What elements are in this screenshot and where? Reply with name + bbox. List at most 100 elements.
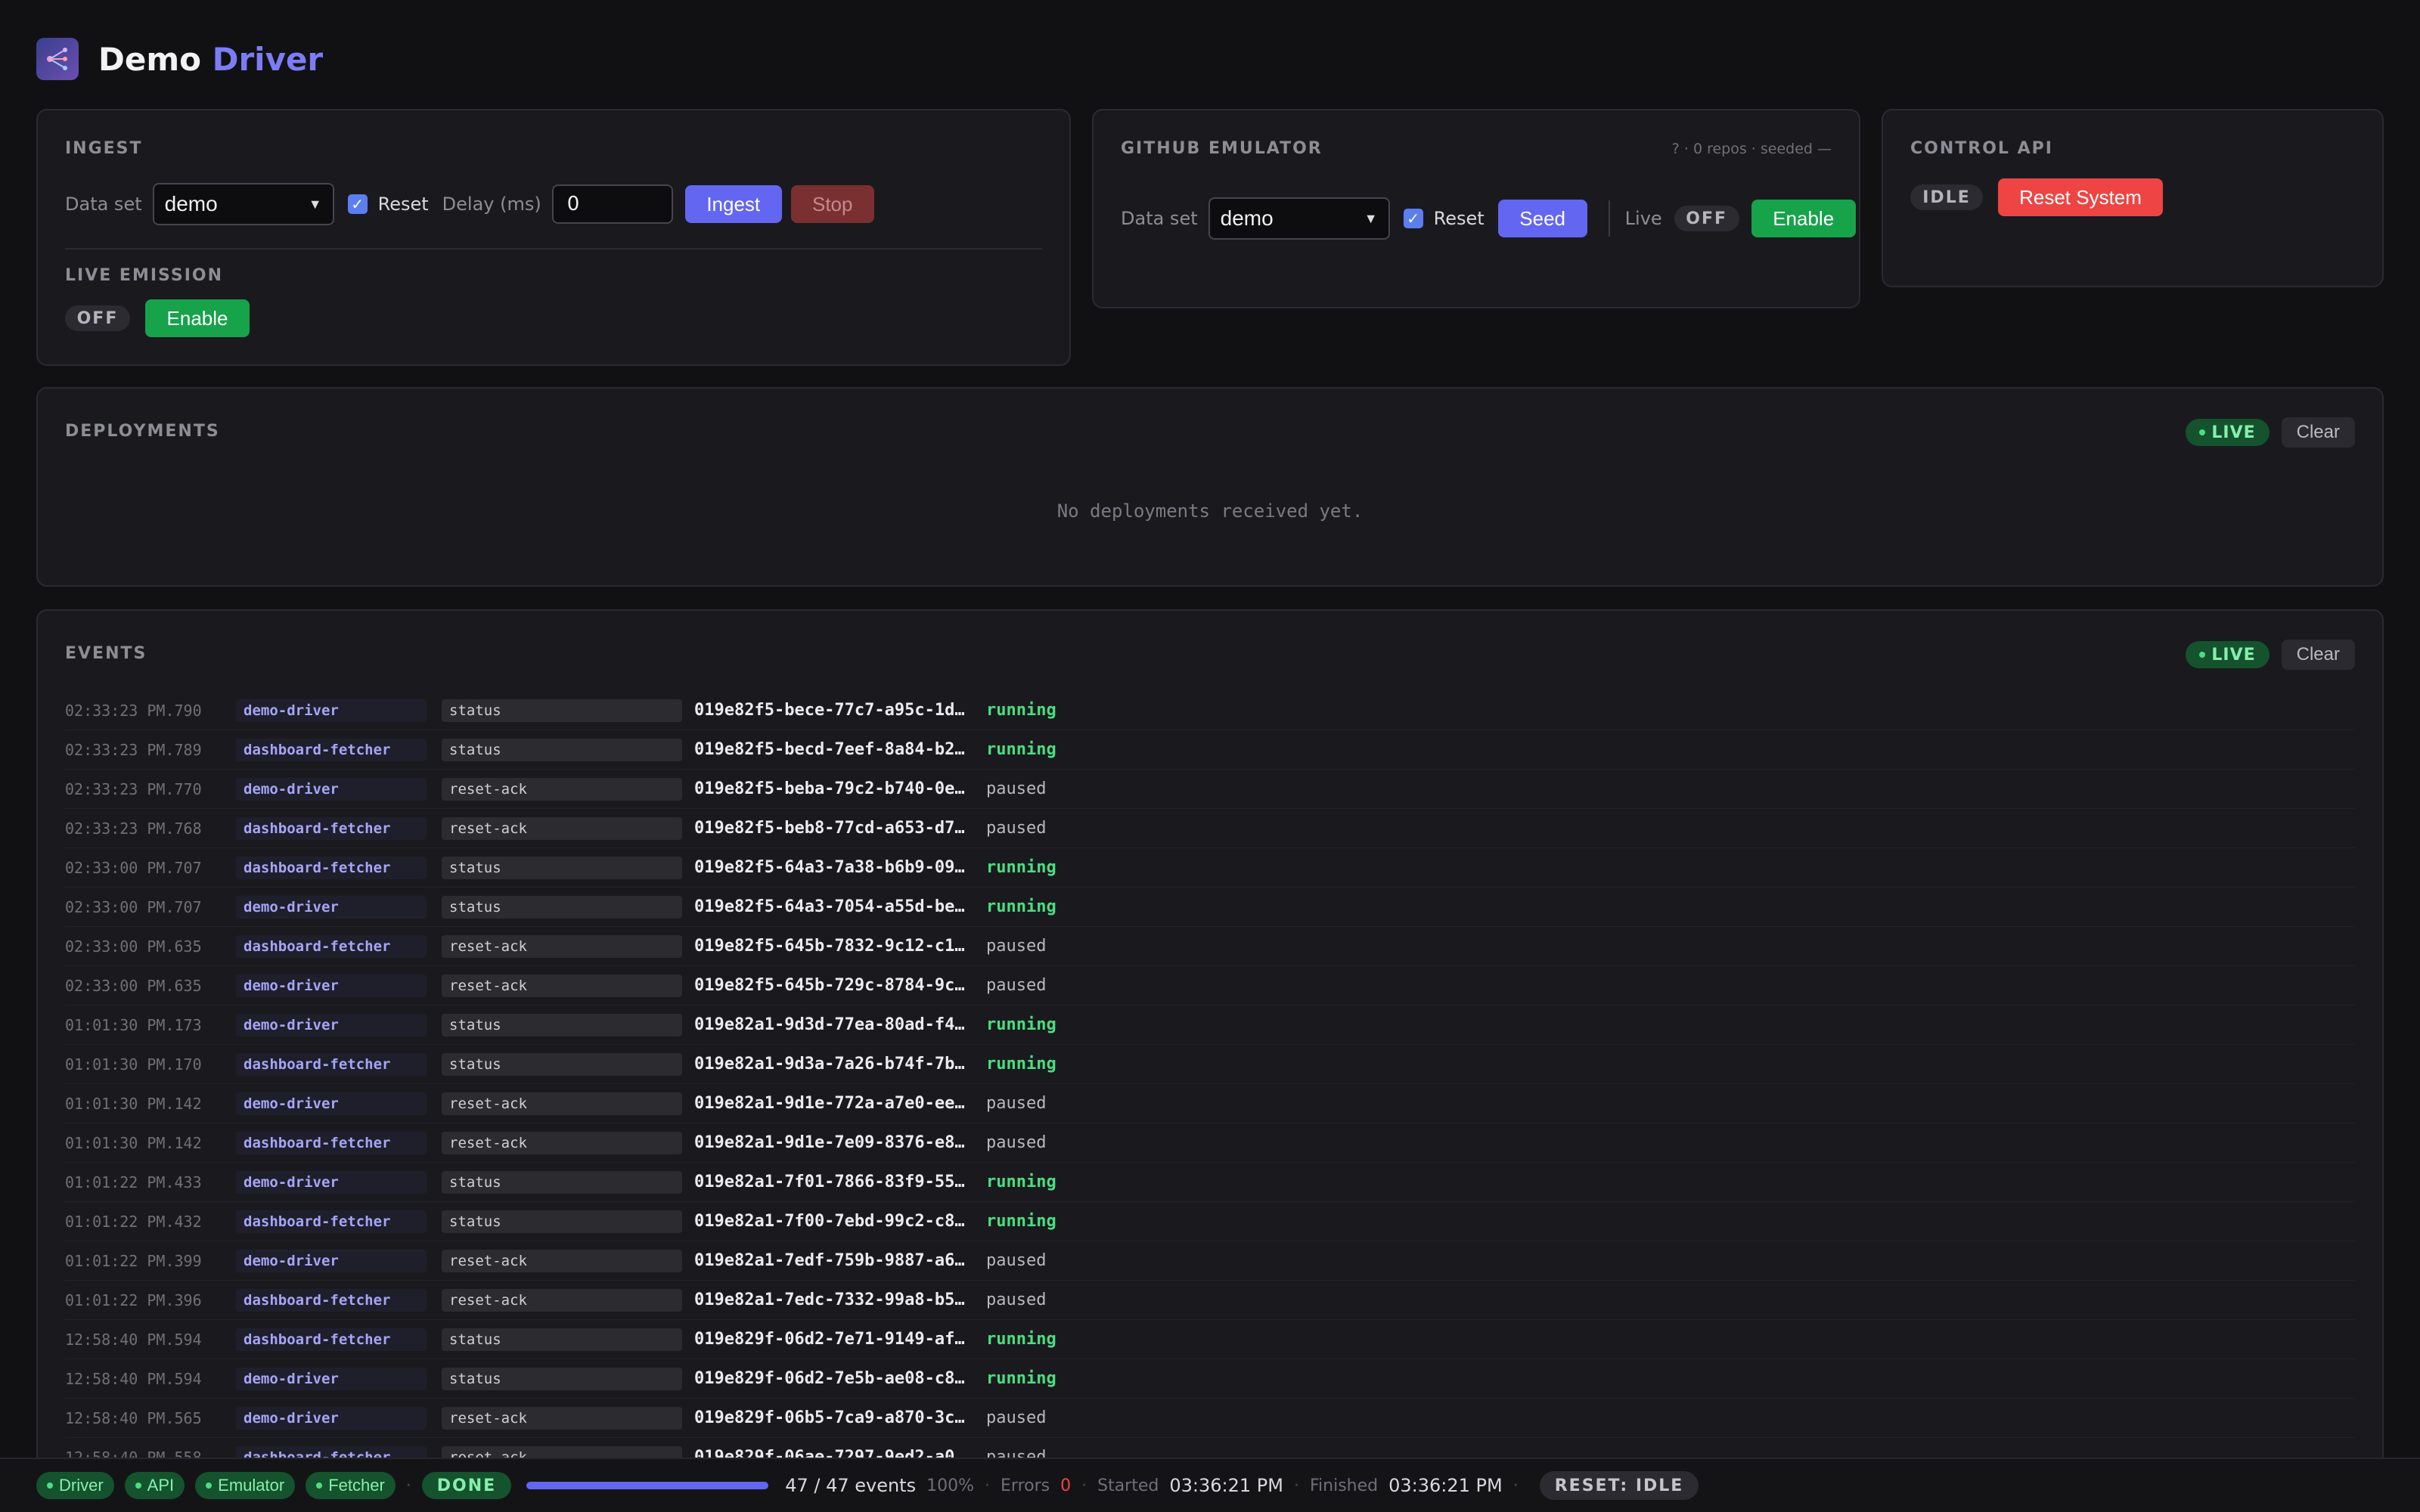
event-status: running: [986, 701, 1056, 720]
event-source: demo-driver: [236, 1249, 427, 1272]
event-status: running: [986, 740, 1056, 759]
reset-system-button[interactable]: Reset System: [1998, 178, 2163, 216]
event-type: status: [442, 856, 682, 879]
event-status: paused: [986, 937, 1047, 956]
event-status: paused: [986, 1408, 1047, 1427]
service-emulator-badge: Emulator: [195, 1472, 296, 1499]
event-id: 019e829f-06d2-7e5b-ae08-c8…: [694, 1369, 965, 1388]
ingest-dataset-label: Data set: [65, 194, 142, 215]
event-source: demo-driver: [236, 1092, 427, 1115]
event-source: dashboard-fetcher: [236, 934, 427, 958]
event-type: status: [442, 1013, 682, 1036]
status-dot-icon: [206, 1483, 213, 1489]
control-api-card: CONTROL API IDLE Reset System: [1882, 109, 2384, 287]
service-fetcher-badge: Fetcher: [306, 1472, 396, 1499]
event-status: running: [986, 858, 1056, 877]
event-source: demo-driver: [236, 1367, 427, 1390]
finished-label: Finished: [1309, 1476, 1379, 1495]
github-enable-button[interactable]: Enable: [1751, 200, 1856, 237]
event-type: status: [442, 738, 682, 761]
event-source: dashboard-fetcher: [236, 856, 427, 879]
event-source: dashboard-fetcher: [236, 738, 427, 761]
event-time: 01:01:22 PM.432: [65, 1212, 202, 1231]
event-type: reset-ack: [442, 1092, 682, 1115]
event-row: 12:58:40 PM.594 demo-driver status 019e829f…: [65, 1359, 2355, 1399]
github-meta: ? · 0 repos · seeded —: [1671, 141, 1832, 157]
deployments-card: DEPLOYMENTS LIVE Clear No deployments re…: [36, 387, 2384, 587]
service-emulator-label: Emulator: [218, 1476, 285, 1495]
github-divider: [1608, 200, 1610, 237]
event-row: 02:33:23 PM.768 dashboard-fetcher reset-ac…: [65, 809, 2355, 848]
deployments-clear-button[interactable]: Clear: [2281, 417, 2355, 448]
deployments-live-text: LIVE: [2211, 423, 2256, 442]
ingest-dataset-select[interactable]: demo ▼: [152, 183, 334, 225]
separator: ·: [1081, 1476, 1087, 1495]
event-row: 02:33:23 PM.770 demo-driver reset-ack 019e8…: [65, 770, 2355, 809]
event-source: demo-driver: [236, 1170, 427, 1194]
event-source: demo-driver: [236, 777, 427, 801]
event-type: reset-ack: [442, 934, 682, 958]
event-type: reset-ack: [442, 1288, 682, 1312]
deployments-title: DEPLOYMENTS: [65, 422, 220, 441]
event-row: 02:33:23 PM.789 dashboard-fetcher status 01…: [65, 730, 2355, 770]
event-status: running: [986, 1330, 1056, 1349]
ingest-delay-input[interactable]: 0: [551, 184, 673, 224]
github-live-state: OFF: [1674, 206, 1739, 231]
event-row: 02:33:00 PM.635 demo-driver reset-ack 019e8…: [65, 966, 2355, 1005]
separator: ·: [1512, 1476, 1519, 1495]
chevron-down-icon: ▼: [308, 196, 322, 212]
event-id: 019e82f5-bece-77c7-a95c-1d…: [694, 701, 965, 720]
seed-button[interactable]: Seed: [1497, 200, 1587, 237]
event-row: 02:33:00 PM.707 dashboard-fetcher status 01…: [65, 848, 2355, 888]
event-type: reset-ack: [442, 816, 682, 840]
app-title: Demo Driver: [98, 41, 323, 78]
service-fetcher-label: Fetcher: [328, 1476, 385, 1495]
service-driver-label: Driver: [59, 1476, 104, 1495]
event-time: 01:01:22 PM.396: [65, 1290, 202, 1309]
event-status: running: [986, 1173, 1056, 1191]
live-emission-title: LIVE EMISSION: [65, 266, 224, 285]
events-card: EVENTS LIVE Clear 02:33:23 PM.790 demo-dr…: [36, 609, 2384, 1486]
event-status: running: [986, 1369, 1056, 1388]
event-time: 01:01:22 PM.399: [65, 1251, 202, 1270]
event-source: dashboard-fetcher: [236, 1131, 427, 1154]
status-dot-icon: [47, 1483, 53, 1489]
ingest-reset-checkbox[interactable]: ✓: [347, 194, 368, 214]
event-time: 02:33:00 PM.635: [65, 937, 202, 956]
event-id: 019e82f5-beba-79c2-b740-0e…: [694, 779, 965, 798]
done-badge: DONE: [421, 1472, 512, 1499]
events-clear-button[interactable]: Clear: [2281, 640, 2355, 670]
ingest-divider: [65, 248, 1042, 249]
event-type: reset-ack: [442, 777, 682, 801]
brand-accent: Driver: [212, 40, 324, 78]
progress-bar: [526, 1482, 769, 1489]
github-dataset-select[interactable]: demo ▼: [1208, 197, 1390, 240]
event-status: running: [986, 1015, 1056, 1034]
brand-main: Demo: [98, 40, 201, 78]
event-source: dashboard-fetcher: [236, 1328, 427, 1351]
event-type: reset-ack: [442, 1131, 682, 1154]
event-type: reset-ack: [442, 974, 682, 997]
github-reset-checkbox[interactable]: ✓: [1403, 209, 1423, 228]
event-time: 01:01:22 PM.433: [65, 1173, 202, 1191]
ingest-card: INGEST Data set demo ▼ ✓ Reset Delay (ms…: [36, 109, 1071, 366]
github-dataset-label: Data set: [1121, 208, 1198, 229]
event-id: 019e82f5-beb8-77cd-a653-d7…: [694, 819, 965, 838]
live-emission-state: OFF: [65, 305, 130, 331]
live-emission-enable-button[interactable]: Enable: [145, 299, 250, 337]
event-id: 019e82f5-645b-729c-8784-9c…: [694, 976, 965, 995]
event-type: status: [442, 895, 682, 919]
event-row: 01:01:22 PM.399 demo-driver reset-ack 019e8…: [65, 1241, 2355, 1281]
event-id: 019e82a1-9d3d-77ea-80ad-f4…: [694, 1015, 965, 1034]
event-type: reset-ack: [442, 1406, 682, 1430]
event-type: reset-ack: [442, 1249, 682, 1272]
event-type: status: [442, 1328, 682, 1351]
event-status: running: [986, 897, 1056, 916]
ingest-button[interactable]: Ingest: [684, 185, 782, 223]
event-source: demo-driver: [236, 1406, 427, 1430]
stop-button[interactable]: Stop: [790, 185, 874, 223]
service-driver-badge: Driver: [36, 1472, 114, 1499]
separator: ·: [985, 1476, 991, 1495]
event-time: 02:33:23 PM.789: [65, 740, 202, 759]
events-live-badge: LIVE: [2186, 641, 2270, 668]
